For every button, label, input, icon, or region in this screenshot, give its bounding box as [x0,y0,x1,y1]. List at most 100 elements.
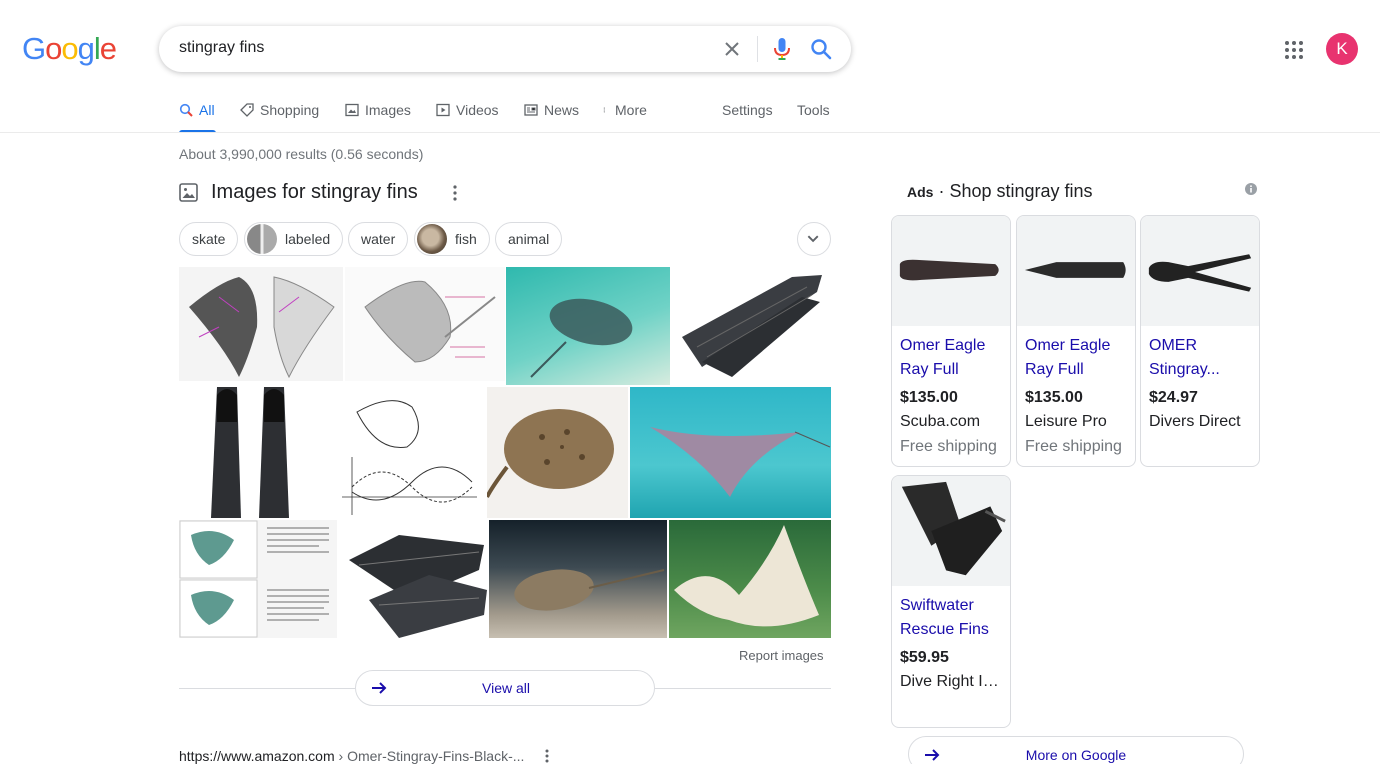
chip-labeled[interactable]: labeled [244,222,344,256]
view-all-button[interactable]: View all [355,670,655,706]
logo-letter: G [22,31,46,66]
tab-more[interactable]: More [603,102,647,118]
image-icon [345,103,359,117]
product-card[interactable]: Omer Eagle Ray Full Foo... $135.00 Scuba… [891,215,1011,467]
result-path: › Omer-Stingray-Fins-Black-... [334,748,525,764]
product-store: Leisure Pro [1025,413,1107,430]
chip-label: fish [455,231,477,247]
result-url[interactable]: https://www.amazon.com › Omer-Stingray-F… [179,748,524,764]
chips-expand-button[interactable] [797,222,831,256]
more-vertical-icon[interactable] [450,183,460,203]
more-vertical-icon[interactable] [542,748,552,764]
product-image [1017,216,1135,326]
tab-label: Images [365,102,411,118]
seafloor-ray-image [514,569,665,611]
microphone-icon[interactable] [770,36,794,62]
images-heading[interactable]: Images for stingray fins [211,181,418,204]
image-result-cownose-ray[interactable] [630,387,831,518]
product-shipping: Free shipping [1025,438,1122,455]
black-fins-image [211,387,289,518]
ray-diagram-image [364,280,496,363]
chip-label: skate [192,231,226,247]
logo-letter: o [61,31,78,66]
more-on-google-label: More on Google [1025,747,1127,763]
product-image [892,216,1010,326]
cownose-ray-image [650,427,831,497]
google-logo[interactable]: Google [22,31,117,67]
image-result-white-ray[interactable] [669,520,831,638]
video-icon [436,103,450,117]
search-input[interactable] [179,39,699,57]
tab-tools[interactable]: Tools [797,102,830,118]
product-title: OMER Stingray... [1149,337,1220,378]
tab-all[interactable]: All [179,102,215,118]
search-divider [757,36,758,62]
product-price: $59.95 [900,649,949,666]
image-result-black-fins[interactable] [179,387,320,518]
product-title: Omer Eagle Ray Full Foo... [900,337,986,378]
fin-image [899,259,999,281]
search-multicolor-icon [179,103,193,117]
image-result-stingray-info[interactable] [179,520,337,638]
product-store: Dive Right In... [900,673,1005,690]
product-card[interactable]: Omer Eagle Ray Full Foo... $135.00 Leisu… [1016,215,1136,467]
tab-settings[interactable]: Settings [722,102,773,118]
apps-grid-icon[interactable] [1284,40,1304,60]
fins-pair-image [349,535,487,638]
ads-title: · Shop stingray fins [933,181,1093,201]
product-shipping: Free shipping [900,438,997,455]
info-icon[interactable] [1245,183,1257,195]
view-all-divider [655,688,831,689]
chip-animal[interactable]: animal [495,222,563,256]
image-result-spotted-ray[interactable] [487,387,628,518]
report-images-link[interactable]: Report images [739,648,824,663]
chip-thumbnail [247,224,277,254]
tab-videos[interactable]: Videos [436,102,499,118]
stingray-info-image [179,520,329,638]
product-card[interactable]: OMER Stingray... $24.97 Divers Direct [1140,215,1260,467]
news-icon [524,104,538,116]
tab-label: Videos [456,102,499,118]
image-icon [179,183,198,202]
search-icon[interactable] [809,36,833,62]
product-store: Divers Direct [1149,413,1241,430]
tab-label: More [615,102,647,118]
chip-water[interactable]: water [348,222,409,256]
tab-news[interactable]: News [524,102,579,118]
account-avatar[interactable]: K [1326,33,1358,65]
image-result-stingray-anatomy[interactable] [179,267,343,381]
tab-label: News [544,102,580,118]
product-image [1141,216,1259,326]
logo-letter: e [99,31,117,66]
more-on-google-button[interactable]: More on Google [908,736,1244,764]
fin-image [1148,254,1252,292]
chip-label: labeled [285,231,331,247]
product-price: $135.00 [900,389,958,406]
white-ray-image [674,525,819,627]
clear-icon[interactable] [720,37,744,61]
chip-label: animal [508,231,550,247]
result-stats: About 3,990,000 results (0.56 seconds) [179,146,424,162]
spotted-ray-image [487,409,614,498]
product-card[interactable]: Swiftwater Rescue Fins ... $59.95 Dive R… [891,475,1011,728]
image-result-stingray-water[interactable] [506,267,670,385]
product-title: Omer Eagle Ray Full Foo... [1025,337,1111,378]
image-result-fins-pair[interactable] [339,520,487,638]
image-result-dive-fins[interactable] [672,267,831,385]
image-result-amplitude-diagram[interactable] [322,387,485,518]
fin-image [901,481,1006,576]
tab-shopping[interactable]: Shopping [240,102,319,118]
more-vertical-icon [603,107,605,113]
tag-icon [240,103,254,117]
result-domain: https://www.amazon.com [179,748,335,764]
view-all-divider [179,688,355,689]
logo-letter: o [45,31,62,66]
chip-skate[interactable]: skate [179,222,239,256]
chip-fish[interactable]: fish [414,222,490,256]
tab-label: Shopping [260,102,320,118]
image-result-seafloor-ray[interactable] [489,520,667,638]
product-title: Swiftwater Rescue Fins ... [900,597,989,638]
image-result-ray-diagram[interactable] [345,267,505,381]
tab-images[interactable]: Images [345,102,411,118]
chevron-down-icon [807,235,819,243]
